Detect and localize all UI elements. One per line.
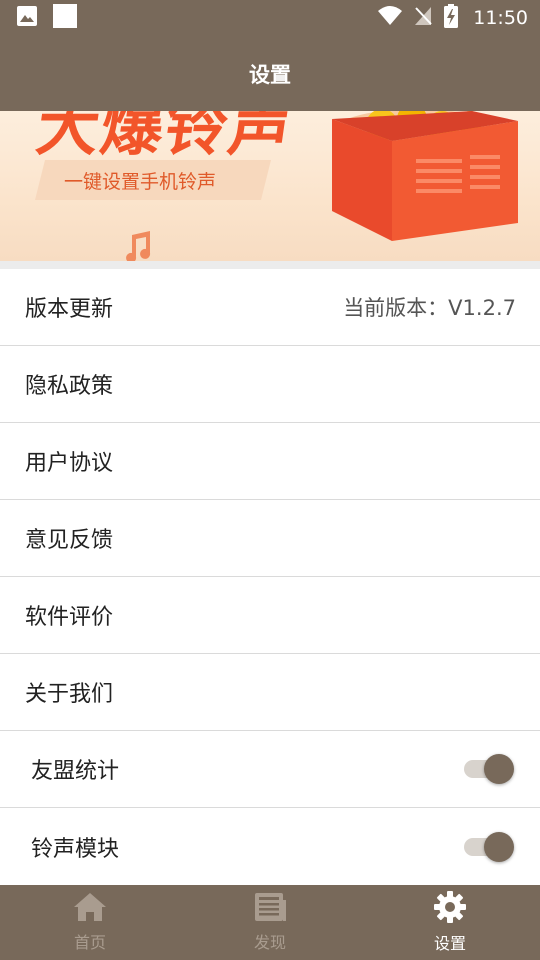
banner-slogan: 一键设置手机铃声 bbox=[64, 171, 217, 193]
settings-item-privacy-policy[interactable]: 隐私政策 bbox=[0, 346, 540, 423]
wifi-icon bbox=[377, 5, 403, 32]
settings-list: 版本更新 当前版本：V1.2.7 隐私政策 用户协议 意见反馈 软件评价 关于我… bbox=[0, 269, 540, 885]
nav-label: 发现 bbox=[253, 933, 286, 952]
settings-item-about-us[interactable]: 关于我们 bbox=[0, 654, 540, 731]
no-signal-icon bbox=[413, 5, 433, 32]
settings-item-label: 版本更新 bbox=[25, 297, 114, 322]
settings-item-label: 隐私政策 bbox=[25, 374, 114, 399]
settings-item-label: 用户协议 bbox=[25, 451, 114, 476]
settings-item-label: 软件评价 bbox=[25, 605, 114, 630]
nav-item-discover[interactable]: 发现 bbox=[180, 885, 360, 960]
promo-banner[interactable]: 大爆铃声 一键设置手机铃声 bbox=[0, 111, 540, 261]
music-note-icon bbox=[124, 231, 154, 261]
status-right: 11:50 bbox=[377, 3, 528, 33]
battery-charging-icon bbox=[443, 3, 459, 33]
gear-icon bbox=[433, 891, 467, 927]
nav-label: 设置 bbox=[433, 934, 466, 953]
settings-item-label: 友盟统计 bbox=[31, 759, 120, 784]
settings-item-feedback[interactable]: 意见反馈 bbox=[0, 500, 540, 577]
settings-item-label: 关于我们 bbox=[25, 682, 114, 707]
nav-label: 首页 bbox=[73, 933, 106, 952]
toggle-thumb bbox=[484, 831, 514, 862]
settings-item-rate-app[interactable]: 软件评价 bbox=[0, 577, 540, 654]
umeng-stats-toggle[interactable] bbox=[464, 753, 516, 785]
current-version-value: 当前版本：V1.2.7 bbox=[343, 296, 516, 320]
banner-headline: 大爆铃声 bbox=[32, 111, 299, 164]
page-title: 设置 bbox=[249, 62, 291, 87]
settings-item-ringtone-module: 铃声模块 bbox=[0, 808, 540, 885]
nav-item-settings[interactable]: 设置 bbox=[360, 885, 540, 960]
settings-item-version-update[interactable]: 版本更新 当前版本：V1.2.7 bbox=[0, 269, 540, 346]
news-icon bbox=[253, 892, 287, 926]
gift-box-illustration bbox=[322, 111, 532, 255]
image-notification-icon bbox=[16, 5, 38, 31]
settings-item-label: 意见反馈 bbox=[25, 528, 114, 553]
nav-item-home[interactable]: 首页 bbox=[0, 885, 180, 960]
status-left bbox=[16, 3, 78, 33]
app-bar: 设置 bbox=[0, 36, 540, 111]
toggle-thumb bbox=[484, 754, 514, 784]
bottom-nav: 首页 发现 设置 bbox=[0, 885, 540, 960]
banner-divider bbox=[0, 261, 540, 269]
blank-notification-icon bbox=[52, 3, 78, 33]
home-icon bbox=[73, 892, 107, 926]
settings-item-umeng-stats: 友盟统计 bbox=[0, 731, 540, 808]
settings-item-label: 铃声模块 bbox=[31, 836, 120, 862]
settings-item-user-agreement[interactable]: 用户协议 bbox=[0, 423, 540, 500]
status-bar: 11:50 bbox=[0, 0, 540, 36]
status-time: 11:50 bbox=[473, 7, 528, 29]
ringtone-module-toggle[interactable] bbox=[464, 831, 516, 863]
